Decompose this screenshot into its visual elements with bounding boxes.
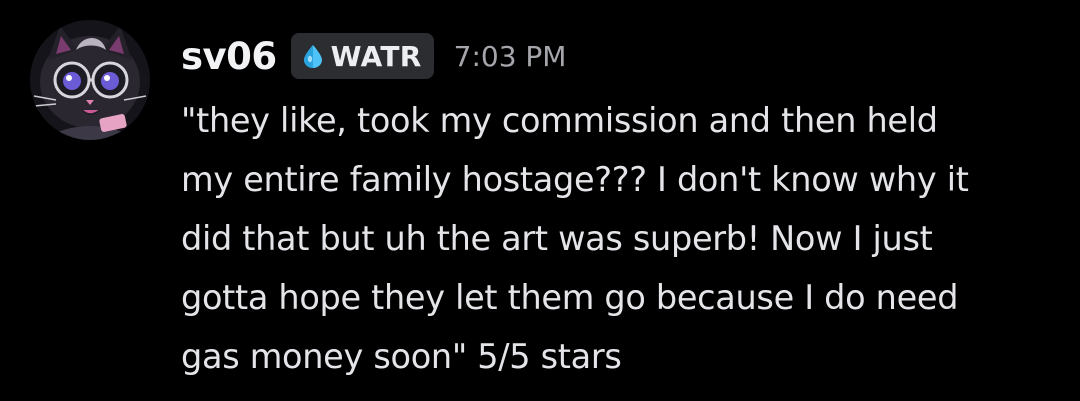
user-avatar[interactable]	[30, 20, 150, 140]
message-text-line: gotta hope they let them go because I do…	[181, 278, 959, 317]
water-drop-icon	[301, 43, 325, 69]
username[interactable]: sv06	[181, 35, 277, 78]
message-header: sv06 WATR 7:03 PM	[181, 24, 566, 88]
message-text-line: did that but uh the art was superb! Now …	[181, 219, 933, 258]
cat-avatar-icon	[30, 20, 150, 140]
message-text-line: "they like, took my commission and then …	[181, 101, 938, 140]
guild-tag[interactable]: WATR	[290, 33, 434, 79]
message-text-line: gas money soon" 5/5 stars	[181, 337, 622, 376]
message-text-line: my entire family hostage??? I don't know…	[181, 160, 969, 199]
guild-tag-label: WATR	[330, 39, 422, 73]
chat-message: sv06 WATR 7:03 PM "they like, took my co…	[0, 0, 1080, 401]
message-timestamp[interactable]: 7:03 PM	[454, 40, 567, 73]
message-content: "they like, took my commission and then …	[181, 91, 1061, 386]
